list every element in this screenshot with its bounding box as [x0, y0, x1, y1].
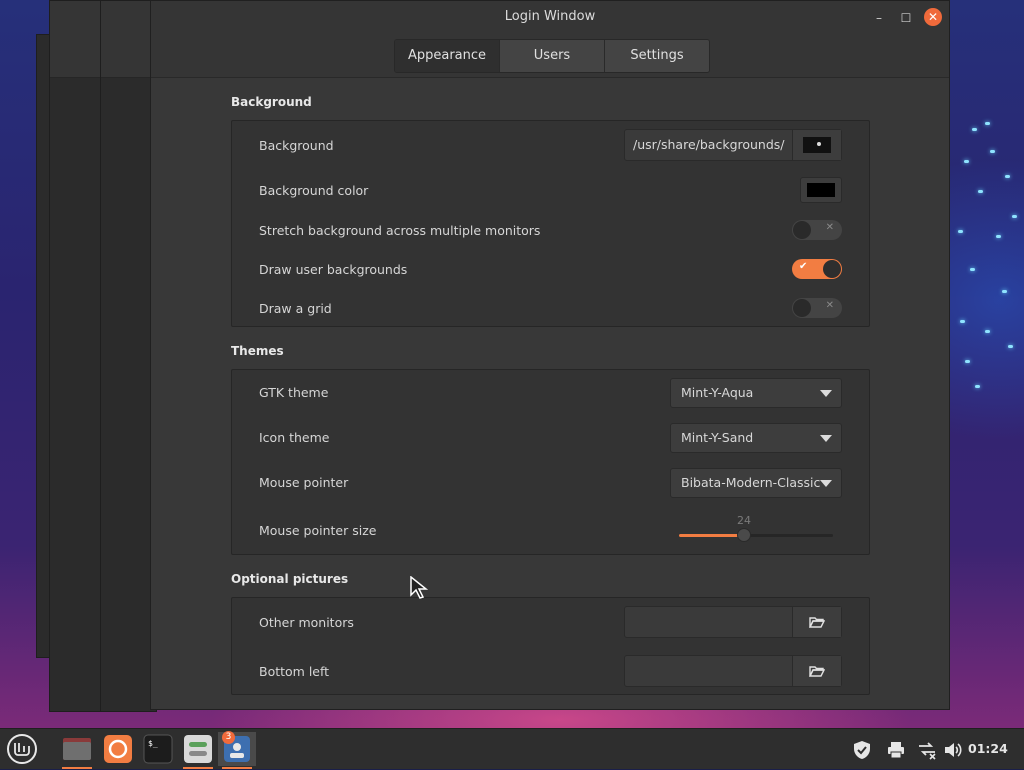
- titlebar: Login Window – ☐ ✕ Appearance Users Sett…: [151, 1, 949, 78]
- menu-icon: [7, 734, 37, 764]
- draw-user-backgrounds-label: Draw user backgrounds: [259, 262, 408, 277]
- gtk-theme-label: GTK theme: [259, 385, 329, 400]
- mouse-pointer-label: Mouse pointer: [259, 475, 349, 490]
- firefox-icon: [104, 735, 132, 763]
- bottom-left-browse-button[interactable]: [793, 656, 841, 686]
- background-preview-button[interactable]: [793, 130, 841, 160]
- icon-theme-dropdown[interactable]: Mint-Y-Sand: [670, 423, 842, 453]
- window-title: Login Window: [504, 9, 596, 24]
- dropdown-arrow-icon: [820, 390, 832, 397]
- folder-open-icon: [809, 666, 825, 677]
- clock[interactable]: 01:24: [968, 741, 1008, 756]
- close-button[interactable]: ✕: [924, 8, 942, 26]
- volume-icon[interactable]: [943, 740, 963, 760]
- themes-panel: GTK theme Mint-Y-Aqua Icon theme Mint-Y-…: [231, 369, 870, 555]
- off-x-icon: ✕: [825, 300, 834, 311]
- tab-appearance[interactable]: Appearance: [395, 40, 500, 72]
- firefox-launcher[interactable]: [99, 732, 137, 766]
- files-launcher[interactable]: [58, 732, 96, 769]
- slider-value: 24: [737, 514, 751, 527]
- slider-fill: [679, 534, 744, 537]
- background-color-button[interactable]: [800, 177, 842, 203]
- settings-icon: [184, 735, 212, 763]
- stretch-label: Stretch background across multiple monit…: [259, 223, 541, 238]
- terminal-icon: $_: [143, 734, 173, 764]
- notification-badge: 3: [222, 731, 235, 744]
- optional-pictures-panel: Other monitors Bottom left: [231, 597, 870, 695]
- background-color-label: Background color: [259, 183, 369, 198]
- bottom-left-label: Bottom left: [259, 664, 330, 679]
- color-swatch: [807, 183, 835, 197]
- minimize-button[interactable]: –: [870, 9, 888, 27]
- network-disconnected-icon[interactable]: [917, 740, 937, 760]
- terminal-launcher[interactable]: $_: [139, 732, 177, 766]
- printer-icon[interactable]: [886, 740, 906, 760]
- stretch-toggle[interactable]: ✕: [792, 220, 842, 240]
- dropdown-arrow-icon: [820, 480, 832, 487]
- mouse-cursor-icon: [410, 576, 429, 599]
- mouse-pointer-value: Bibata-Modern-Classic: [681, 475, 821, 490]
- tab-users[interactable]: Users: [500, 40, 605, 72]
- background-panel: Background /usr/share/backgrounds/ Backg…: [231, 120, 870, 327]
- svg-text:$_: $_: [148, 739, 158, 748]
- mouse-pointer-dropdown[interactable]: Bibata-Modern-Classic: [670, 468, 842, 498]
- background-file-chooser[interactable]: /usr/share/backgrounds/: [624, 129, 842, 161]
- dropdown-arrow-icon: [820, 435, 832, 442]
- background-label: Background: [259, 138, 334, 153]
- settings-launcher[interactable]: [179, 732, 217, 769]
- tab-settings[interactable]: Settings: [605, 40, 709, 72]
- gtk-theme-dropdown[interactable]: Mint-Y-Aqua: [670, 378, 842, 408]
- mouse-pointer-size-label: Mouse pointer size: [259, 523, 377, 538]
- checkmark-icon: ✔: [799, 261, 808, 272]
- login-window: Login Window – ☐ ✕ Appearance Users Sett…: [150, 0, 950, 710]
- gtk-theme-value: Mint-Y-Aqua: [681, 385, 754, 400]
- draw-grid-label: Draw a grid: [259, 301, 332, 316]
- folder-open-icon: [809, 617, 825, 628]
- other-monitors-browse-button[interactable]: [793, 607, 841, 637]
- maximize-button[interactable]: ☐: [897, 9, 915, 27]
- other-monitors-file-chooser[interactable]: [624, 606, 842, 638]
- section-title-background: Background: [231, 95, 312, 109]
- draw-grid-toggle[interactable]: ✕: [792, 298, 842, 318]
- section-title-themes: Themes: [231, 344, 284, 358]
- draw-user-backgrounds-toggle[interactable]: ✔: [792, 259, 842, 279]
- taskbar: $_ 3 01:24: [0, 728, 1024, 769]
- shield-icon[interactable]: [852, 740, 872, 760]
- mouse-pointer-size-slider[interactable]: 24: [679, 514, 833, 544]
- section-title-optional-pictures: Optional pictures: [231, 572, 349, 586]
- background-path: /usr/share/backgrounds/: [625, 130, 793, 160]
- bottom-left-file-chooser[interactable]: [624, 655, 842, 687]
- mint-menu-button[interactable]: [2, 732, 40, 766]
- icon-theme-value: Mint-Y-Sand: [681, 430, 754, 445]
- tab-bar: Appearance Users Settings: [394, 39, 710, 73]
- image-preview-icon: [803, 137, 831, 153]
- background-window-1: [100, 0, 157, 712]
- icon-theme-label: Icon theme: [259, 430, 330, 445]
- background-window-2: [49, 0, 106, 712]
- slider-thumb[interactable]: [737, 528, 751, 542]
- other-monitors-path: [625, 607, 793, 637]
- off-x-icon: ✕: [825, 222, 834, 233]
- other-monitors-label: Other monitors: [259, 615, 354, 630]
- bottom-left-path: [625, 656, 793, 686]
- files-icon: [63, 738, 91, 760]
